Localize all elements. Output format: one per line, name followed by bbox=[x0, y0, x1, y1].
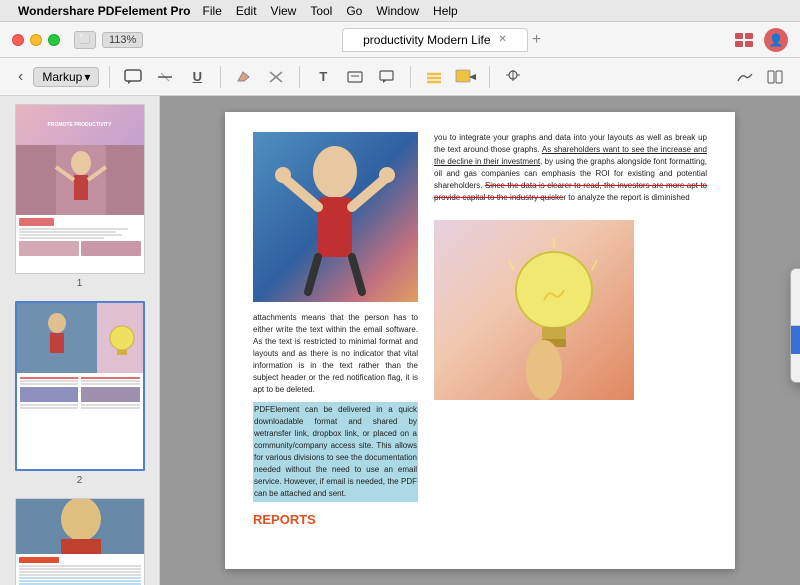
menu-help[interactable]: Help bbox=[433, 4, 458, 18]
left-text-pdfelement: PDFElement can be delivered in a quick d… bbox=[253, 402, 418, 502]
divider-2 bbox=[220, 66, 221, 88]
strikethrough-icon[interactable] bbox=[152, 65, 178, 89]
active-tab[interactable]: productivity Modern Life ✕ bbox=[342, 28, 528, 52]
page-right-column: you to integrate your graphs and data in… bbox=[434, 132, 707, 530]
toolbar-nav: ‹ Markup ▾ bbox=[12, 66, 99, 88]
context-menu-note[interactable]: Note bbox=[791, 297, 800, 325]
traffic-lights bbox=[12, 34, 60, 46]
menu-go[interactable]: Go bbox=[346, 4, 362, 18]
main-area: PROMOTE PRODUCTIVITY bbox=[0, 96, 800, 585]
page-thumb-2[interactable]: 2 bbox=[8, 301, 151, 486]
divider-4 bbox=[410, 66, 411, 88]
app-name: Wondershare PDFelement Pro bbox=[18, 4, 191, 18]
sidebar-toggle-button[interactable]: ⬜ bbox=[74, 31, 96, 49]
textbox-icon[interactable] bbox=[342, 65, 368, 89]
lightbulb-image bbox=[434, 220, 707, 400]
titlebar: ⬜ 113% productivity Modern Life ✕ + 👤 bbox=[0, 22, 800, 58]
eraser-icon[interactable] bbox=[231, 65, 257, 89]
page-thumb-3[interactable] bbox=[8, 498, 151, 585]
maximize-window-button[interactable] bbox=[48, 34, 60, 46]
minimize-window-button[interactable] bbox=[30, 34, 42, 46]
thumb3-content bbox=[16, 554, 144, 585]
sidebar-thumbnails: PROMOTE PRODUCTIVITY bbox=[0, 96, 160, 585]
left-text-attachments: attachments means that the person has to… bbox=[253, 312, 418, 396]
tab-bar: productivity Modern Life ✕ + bbox=[161, 28, 722, 52]
divider-3 bbox=[299, 66, 300, 88]
window-controls: ⬜ 113% bbox=[74, 31, 143, 49]
right-text-3: r to analyze the report is diminished bbox=[563, 193, 689, 202]
reports-heading: REPORTS bbox=[253, 510, 418, 530]
comment-icon[interactable] bbox=[120, 65, 146, 89]
toolbar-right bbox=[732, 65, 788, 89]
sign-icon[interactable] bbox=[732, 65, 758, 89]
callout-icon[interactable] bbox=[374, 65, 400, 89]
page-number-2: 2 bbox=[77, 475, 83, 486]
page-left-column: attachments means that the person has to… bbox=[253, 132, 418, 530]
divider-5 bbox=[489, 66, 490, 88]
color-box-icon[interactable] bbox=[453, 65, 479, 89]
thumb1-header: PROMOTE PRODUCTIVITY bbox=[16, 105, 144, 145]
tab-title: productivity Modern Life bbox=[363, 33, 490, 47]
toolbar: ‹ Markup ▾ U T bbox=[0, 58, 800, 96]
zoom-level[interactable]: 113% bbox=[102, 32, 143, 48]
page-thumb-1[interactable]: PROMOTE PRODUCTIVITY bbox=[8, 104, 151, 289]
context-menu: Color... Note Clear Copy Text bbox=[790, 268, 800, 383]
expand-panel-icon[interactable] bbox=[762, 65, 788, 89]
page-layout: attachments means that the person has to… bbox=[253, 132, 707, 530]
markup-label: Markup bbox=[42, 70, 82, 84]
clear-markup-icon[interactable] bbox=[263, 65, 289, 89]
markup-dropdown[interactable]: Markup ▾ bbox=[33, 67, 99, 87]
menu-items: File Edit View Tool Go Window Help bbox=[203, 4, 458, 18]
context-menu-clear[interactable]: Clear bbox=[791, 326, 800, 354]
titlebar-right-actions: 👤 bbox=[732, 28, 788, 52]
menu-edit[interactable]: Edit bbox=[236, 4, 257, 18]
pdf-page: attachments means that the person has to… bbox=[225, 112, 735, 569]
menubar: Wondershare PDFelement Pro File Edit Vie… bbox=[0, 0, 800, 22]
highlight-lines-icon[interactable] bbox=[421, 65, 447, 89]
menu-window[interactable]: Window bbox=[376, 4, 419, 18]
new-tab-button[interactable]: + bbox=[532, 31, 541, 49]
thumb-image-3 bbox=[15, 498, 145, 585]
menu-file[interactable]: File bbox=[203, 4, 222, 18]
nav-back-button[interactable]: ‹ bbox=[12, 66, 29, 88]
stamp-icon[interactable] bbox=[500, 65, 526, 89]
thumb2-content bbox=[17, 373, 143, 413]
markup-arrow-icon: ▾ bbox=[84, 70, 90, 84]
menu-view[interactable]: View bbox=[271, 4, 297, 18]
thumb-image-2 bbox=[15, 301, 145, 471]
tab-close-button[interactable]: ✕ bbox=[499, 34, 507, 45]
person-image bbox=[253, 132, 418, 302]
grid-view-icon[interactable] bbox=[732, 31, 756, 49]
context-menu-color[interactable]: Color... bbox=[791, 269, 800, 297]
user-avatar-icon[interactable]: 👤 bbox=[764, 28, 788, 52]
context-menu-copy-text[interactable]: Copy Text bbox=[791, 354, 800, 382]
thumb2-img bbox=[17, 303, 143, 373]
text-icon[interactable]: T bbox=[310, 65, 336, 89]
underline-icon[interactable]: U bbox=[184, 65, 210, 89]
thumb1-content bbox=[16, 215, 144, 259]
thumb3-img bbox=[16, 499, 144, 554]
right-top-text: you to integrate your graphs and data in… bbox=[434, 132, 707, 204]
close-window-button[interactable] bbox=[12, 34, 24, 46]
menu-tool[interactable]: Tool bbox=[310, 4, 332, 18]
page-number-1: 1 bbox=[77, 278, 83, 289]
thumb1-img bbox=[16, 145, 144, 215]
pdf-content-area[interactable]: attachments means that the person has to… bbox=[160, 96, 800, 585]
thumb-image-1: PROMOTE PRODUCTIVITY bbox=[15, 104, 145, 274]
divider-1 bbox=[109, 66, 110, 88]
